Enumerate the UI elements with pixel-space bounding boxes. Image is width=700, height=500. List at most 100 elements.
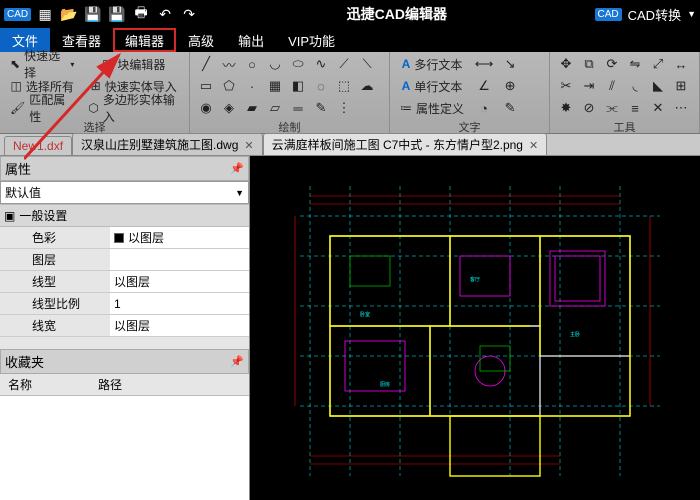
spline-icon[interactable]: ∿ bbox=[311, 54, 331, 74]
close-icon[interactable]: ✕ bbox=[529, 140, 538, 152]
dim-radius-icon[interactable]: ◔ bbox=[474, 98, 494, 118]
match-prop-button[interactable]: 🖌匹配属性 bbox=[6, 98, 78, 118]
dim-edit-icon[interactable]: ✎ bbox=[500, 98, 520, 118]
close-icon[interactable]: ✕ bbox=[244, 140, 253, 152]
sketch-icon[interactable]: ✎ bbox=[311, 98, 331, 118]
saveas-icon[interactable]: 💾 bbox=[107, 4, 127, 24]
tolerance-icon[interactable]: ⊕ bbox=[500, 76, 520, 96]
menu-advanced[interactable]: 高级 bbox=[176, 28, 226, 52]
mtext-button[interactable]: A多行文本 bbox=[396, 54, 468, 74]
general-section[interactable]: ▣ 一般设置 bbox=[0, 204, 249, 227]
dim-linear-icon[interactable]: ⟷ bbox=[474, 54, 494, 74]
prop-linetype[interactable]: 线型以图层 bbox=[0, 271, 249, 293]
3dface-icon[interactable]: ◈ bbox=[219, 98, 239, 118]
redo-icon[interactable]: ↷ bbox=[179, 4, 199, 24]
trim-icon[interactable]: ✂ bbox=[556, 76, 576, 96]
open-icon[interactable]: 📂 bbox=[59, 4, 79, 24]
doc-tab-1[interactable]: New1.dxf bbox=[4, 136, 72, 155]
explode-icon[interactable]: ✸ bbox=[556, 98, 576, 118]
boundary-icon[interactable]: ◌ bbox=[311, 76, 331, 96]
poly-entity-input-button[interactable]: ⬡多边形实体输入 bbox=[84, 98, 183, 118]
default-combo[interactable]: 默认值▼ bbox=[0, 181, 249, 204]
block-editor-button[interactable]: ▣块编辑器 bbox=[84, 54, 183, 74]
stext-button[interactable]: A单行文本 bbox=[396, 76, 468, 96]
undo-icon[interactable]: ↶ bbox=[155, 4, 175, 24]
doc-tab-2[interactable]: 汉泉山庄别墅建筑施工图.dwg✕ bbox=[72, 133, 263, 155]
arc-icon[interactable]: ◡ bbox=[265, 54, 285, 74]
drawing-canvas[interactable]: 卧室客厅 主卧厨房 bbox=[250, 156, 700, 500]
app-badge: CAD bbox=[4, 8, 31, 21]
rect-icon[interactable]: ▭ bbox=[196, 76, 216, 96]
document-tabs: New1.dxf 汉泉山庄别墅建筑施工图.dwg✕ 云满庭样板间施工图 C7中式… bbox=[0, 134, 700, 156]
prop-ltscale[interactable]: 线型比例1 bbox=[0, 293, 249, 315]
solid-icon[interactable]: ▰ bbox=[242, 98, 262, 118]
fillet-icon[interactable]: ◟ bbox=[625, 76, 645, 96]
scale-icon[interactable]: ⤢ bbox=[648, 54, 668, 74]
polyline-icon[interactable]: 〰 bbox=[219, 54, 239, 74]
ellipse-icon[interactable]: ⬭ bbox=[288, 54, 308, 74]
col-path[interactable]: 路径 bbox=[90, 374, 130, 395]
hatch-icon[interactable]: ▦ bbox=[265, 76, 285, 96]
polygon-icon[interactable]: ⬠ bbox=[219, 76, 239, 96]
menu-vip[interactable]: VIP功能 bbox=[276, 28, 347, 52]
region-icon[interactable]: ◧ bbox=[288, 76, 308, 96]
trace-icon[interactable]: ▱ bbox=[265, 98, 285, 118]
tools-more-icon[interactable]: ⋯ bbox=[671, 98, 691, 118]
block-icon: ▣ bbox=[102, 57, 113, 71]
break-icon[interactable]: ⊘ bbox=[579, 98, 599, 118]
mline-icon[interactable]: ═ bbox=[288, 98, 308, 118]
dim-angular-icon[interactable]: ∠ bbox=[474, 76, 494, 96]
xline-icon[interactable]: ⟍ bbox=[357, 54, 377, 74]
import-icon: ⊞ bbox=[91, 79, 101, 93]
col-name[interactable]: 名称 bbox=[0, 374, 90, 395]
quick-select-button[interactable]: ⬉快速选择▾ bbox=[6, 54, 78, 74]
group-label-tools: 工具 bbox=[556, 118, 693, 135]
rotate-icon[interactable]: ⟳ bbox=[602, 54, 622, 74]
array-icon[interactable]: ⊞ bbox=[671, 76, 691, 96]
pin-icon[interactable]: 📌 bbox=[230, 162, 244, 175]
line-icon[interactable]: ╱ bbox=[196, 54, 216, 74]
attrdef-button[interactable]: ≔属性定义 bbox=[396, 98, 468, 118]
select-all-icon: ◫ bbox=[10, 79, 21, 93]
menu-editor[interactable]: 编辑器 bbox=[113, 28, 176, 52]
prop-color[interactable]: 色彩 以图层 bbox=[0, 227, 249, 249]
favorites-list bbox=[0, 396, 249, 500]
prop-layer[interactable]: 图层 bbox=[0, 249, 249, 271]
mtext-icon: A bbox=[402, 57, 411, 71]
ribbon-group-draw: ╱ 〰 ○ ◡ ⬭ ∿ ⟋ ⟍ ▭ ⬠ · ▦ ◧ ◌ ⬚ ☁ ◉ ◈ bbox=[190, 52, 390, 133]
doc-tab-3[interactable]: 云满庭样板间施工图 C7中式 - 东方情户型2.png✕ bbox=[263, 133, 548, 155]
prop-lineweight[interactable]: 线宽以图层 bbox=[0, 315, 249, 337]
pin-icon[interactable]: 📌 bbox=[230, 355, 244, 368]
menu-output[interactable]: 输出 bbox=[226, 28, 276, 52]
properties-panel: 属性 📌 默认值▼ ▣ 一般设置 色彩 以图层 图层 线型以图层 线型比例1 线… bbox=[0, 156, 250, 500]
ribbon: ⬉快速选择▾ ◫选择所有 🖌匹配属性 ▣块编辑器 ⊞快速实体导入 ⬡多边形实体输… bbox=[0, 52, 700, 134]
menu-bar: 文件 查看器 编辑器 高级 输出 VIP功能 bbox=[0, 28, 700, 52]
save-icon[interactable]: 💾 bbox=[83, 4, 103, 24]
erase-icon[interactable]: ✕ bbox=[648, 98, 668, 118]
cad-convert-link[interactable]: CAD转换 bbox=[628, 5, 681, 24]
copy-icon[interactable]: ⧉ bbox=[579, 54, 599, 74]
favorites-columns: 名称 路径 bbox=[0, 374, 249, 396]
move-icon[interactable]: ✥ bbox=[556, 54, 576, 74]
circle-icon[interactable]: ○ bbox=[242, 54, 262, 74]
chevron-down-icon: ▼ bbox=[235, 188, 244, 198]
ribbon-group-tools: ✥ ⧉ ⟳ ⇋ ⤢ ↔ ✂ ⇥ ⫽ ◟ ◣ ⊞ ✸ ⊘ ⫘ ≡ ✕ ⋯ bbox=[550, 52, 700, 133]
offset-icon[interactable]: ⫽ bbox=[602, 76, 622, 96]
donut-icon[interactable]: ◉ bbox=[196, 98, 216, 118]
ray-icon[interactable]: ⟋ bbox=[334, 54, 354, 74]
leader-icon[interactable]: ↘ bbox=[500, 54, 520, 74]
extend-icon[interactable]: ⇥ bbox=[579, 76, 599, 96]
stretch-icon[interactable]: ↔ bbox=[671, 54, 691, 74]
wipeout-icon[interactable]: ⬚ bbox=[334, 76, 354, 96]
print-icon[interactable]: 🖶 bbox=[131, 4, 151, 24]
mirror-icon[interactable]: ⇋ bbox=[625, 54, 645, 74]
workspace: 属性 📌 默认值▼ ▣ 一般设置 色彩 以图层 图层 线型以图层 线型比例1 线… bbox=[0, 156, 700, 500]
dropdown-icon[interactable]: ▼ bbox=[687, 9, 696, 19]
point-icon[interactable]: · bbox=[242, 76, 262, 96]
join-icon[interactable]: ⫘ bbox=[602, 98, 622, 118]
revcloud-icon[interactable]: ☁ bbox=[357, 76, 377, 96]
new-icon[interactable]: ▦ bbox=[35, 4, 55, 24]
chamfer-icon[interactable]: ◣ bbox=[648, 76, 668, 96]
divide-icon[interactable]: ⋮ bbox=[334, 98, 354, 118]
align-icon[interactable]: ≡ bbox=[625, 98, 645, 118]
